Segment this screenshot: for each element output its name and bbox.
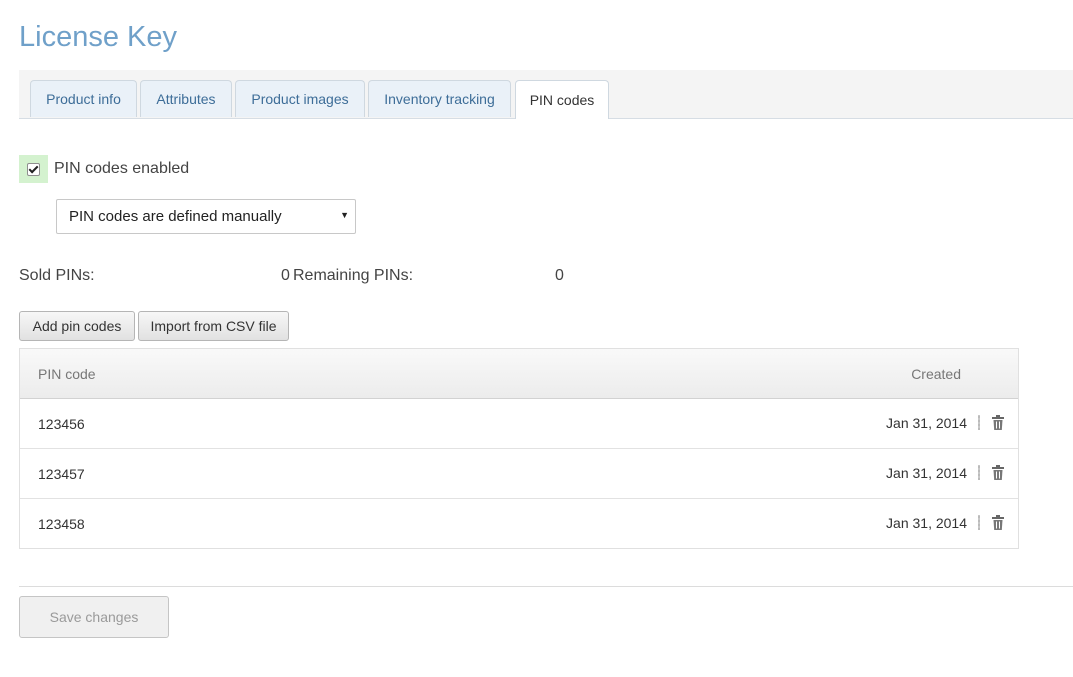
header-pin-code: PIN code	[38, 366, 96, 382]
created-date-cell: Jan 31, 2014	[886, 515, 967, 531]
pin-enabled-checkbox-wrap	[19, 155, 48, 183]
tab-attributes[interactable]: Attributes	[140, 80, 232, 117]
drag-handle-icon[interactable]	[978, 415, 980, 430]
caret-down-icon: ▼	[340, 210, 349, 220]
sold-pins-value: 0	[281, 267, 290, 284]
add-pin-codes-button[interactable]: Add pin codes	[19, 311, 135, 341]
pin-code-cell: 123456	[38, 416, 85, 432]
pin-enabled-checkbox[interactable]	[27, 162, 40, 176]
pin-mode-select[interactable]: PIN codes are defined manually ▼	[56, 199, 356, 234]
pin-mode-selected-value: PIN codes are defined manually	[69, 208, 282, 225]
drag-handle-icon[interactable]	[978, 465, 980, 480]
pin-enabled-label[interactable]: PIN codes enabled	[54, 160, 189, 178]
tab-product-info[interactable]: Product info	[30, 80, 137, 117]
tab-product-images[interactable]: Product images	[235, 80, 365, 117]
pin-codes-table: PIN code Created 123456 Jan 31, 2014 123…	[19, 348, 1019, 549]
tab-pin-codes[interactable]: PIN codes	[515, 80, 609, 119]
pin-code-cell: 123457	[38, 466, 85, 482]
tab-inventory-tracking[interactable]: Inventory tracking	[368, 80, 511, 117]
save-changes-button[interactable]: Save changes	[19, 596, 169, 638]
table-row: 123458 Jan 31, 2014	[20, 499, 1018, 548]
trash-icon[interactable]	[991, 465, 1005, 480]
created-date-cell: Jan 31, 2014	[886, 465, 967, 481]
table-row: 123457 Jan 31, 2014	[20, 449, 1018, 499]
remaining-pins-value: 0	[555, 267, 564, 284]
table-header: PIN code Created	[20, 349, 1018, 399]
pin-code-cell: 123458	[38, 516, 85, 532]
tab-bar: Product info Attributes Product images I…	[19, 70, 1073, 119]
remaining-pins-label: Remaining PINs:	[293, 267, 414, 284]
created-date-cell: Jan 31, 2014	[886, 415, 967, 431]
sold-pins-label: Sold PINs:	[19, 267, 95, 284]
trash-icon[interactable]	[991, 515, 1005, 530]
trash-icon[interactable]	[991, 415, 1005, 430]
drag-handle-icon[interactable]	[978, 515, 980, 530]
header-created: Created	[911, 366, 961, 382]
table-row: 123456 Jan 31, 2014	[20, 399, 1018, 449]
page-title: License Key	[19, 21, 177, 53]
import-csv-button[interactable]: Import from CSV file	[138, 311, 289, 341]
footer-divider	[19, 586, 1073, 587]
